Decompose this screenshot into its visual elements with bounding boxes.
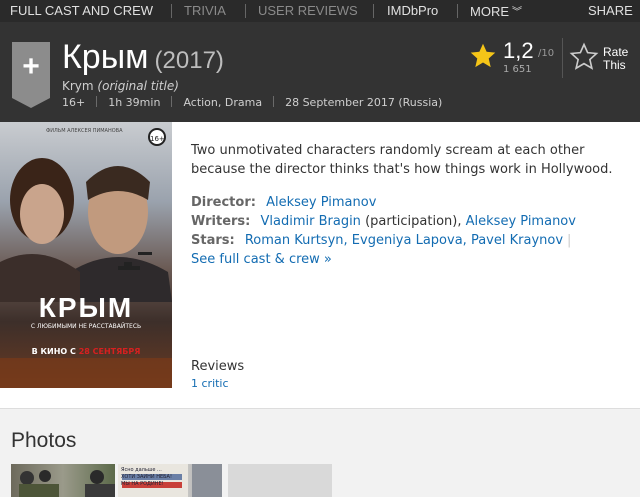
poster-title: КРЫМ: [38, 292, 134, 323]
rate-this-button[interactable]: Rate This: [569, 42, 639, 78]
poster-image[interactable]: ФИЛЬМ АЛЕКСЕЯ ПИМАНОВА 16+ КРЫМ С ЛЮБИМЫ…: [0, 122, 172, 388]
photo-thumbnail[interactable]: Ясно дальше ... ХОТИ ЗАИНИ НЕБА! МЫ НА РОД…: [118, 464, 222, 497]
rate-label-line2: This: [603, 58, 626, 72]
writer-link[interactable]: Vladimir Bragin: [261, 214, 361, 229]
rating-count[interactable]: 1 651: [503, 64, 532, 75]
meta-divider: [96, 96, 98, 107]
stars-divider: |: [567, 233, 572, 248]
see-full-cast-link[interactable]: See full cast & crew »: [191, 252, 332, 267]
star-icon: [470, 43, 496, 68]
photo-thumbnail[interactable]: [11, 464, 115, 497]
star-link[interactable]: Pavel Kraynov: [471, 233, 563, 248]
imdb-rating[interactable]: 1,2 /10 1 651: [469, 38, 559, 78]
photos-section: Photos Ясно дальше ... ХОТИ ЗАИНИ НЕБА! МЫ…: [0, 408, 640, 497]
stars-row: Stars: Roman Kurtsyn, Evgeniya Lapova, P…: [191, 231, 631, 250]
photo-thumbnail-art: [19, 470, 115, 497]
nav-more-label: MORE: [470, 4, 509, 19]
nav-divider: [171, 4, 172, 18]
runtime: 1h 39min: [108, 96, 161, 109]
nav-divider: [245, 4, 246, 18]
photo-thumbnail-caption: Ясно дальше ... ХОТИ ЗАИНИ НЕБА! МЫ НА РОД…: [121, 467, 172, 487]
release-date[interactable]: 28 September 2017 (Russia): [285, 96, 442, 109]
critic-reviews-link[interactable]: 1 critic: [191, 375, 244, 392]
meta-divider: [171, 96, 173, 107]
chevron-down-icon: ︾: [512, 7, 522, 18]
writer-note: (participation),: [365, 214, 462, 229]
star-link[interactable]: Roman Kurtsyn,: [245, 233, 348, 248]
reviews-block: Reviews 1 critic: [191, 358, 244, 392]
certificate: 16+: [62, 96, 86, 109]
title-year[interactable]: (2017): [155, 47, 224, 74]
nav-divider: [457, 4, 458, 18]
plot-summary: Two unmotivated characters randomly scre…: [191, 143, 613, 177]
nav-more[interactable]: MORE ︾: [470, 3, 522, 19]
full-cast-row: See full cast & crew »: [191, 250, 631, 269]
nav-imdbpro[interactable]: IMDbPro: [387, 3, 438, 18]
photos-heading[interactable]: Photos: [11, 429, 76, 453]
nav-full-cast[interactable]: FULL CAST AND CREW: [10, 3, 153, 18]
top-nav: FULL CAST AND CREW TRIVIA USER REVIEWS I…: [0, 0, 640, 22]
stars-label: Stars:: [191, 233, 235, 248]
poster-release-prefix: В КИНО С: [31, 347, 76, 356]
meta-divider: [273, 96, 275, 107]
rate-label-line1: Rate: [603, 45, 629, 59]
poster-credit: ФИЛЬМ АЛЕКСЕЯ ПИМАНОВА: [46, 128, 123, 134]
ribbon-notch: [12, 98, 50, 108]
credits-block: Director: Aleksey Pimanov Writers: Vladi…: [191, 193, 631, 269]
original-title-label: (original title): [97, 79, 179, 93]
title-main: Крым: [62, 38, 149, 76]
writers-row: Writers: Vladimir Bragin (participation)…: [191, 212, 631, 231]
add-to-watchlist-button[interactable]: +: [12, 42, 50, 108]
nav-trivia[interactable]: TRIVIA: [184, 3, 226, 18]
share-button[interactable]: SHARE: [588, 3, 633, 18]
poster-release-date: 28 СЕНТЯБРЯ: [78, 347, 141, 356]
title-meta: 16+ 1h 39min Action, Drama 28 September 201…: [62, 96, 442, 109]
star-link[interactable]: Evgeniya Lapova,: [352, 233, 467, 248]
plus-icon: +: [22, 50, 40, 83]
reviews-label: Reviews: [191, 359, 245, 374]
star-outline-icon: [569, 42, 599, 70]
title-bar: + Крым (2017) Krym (original title) 16+ 1h…: [0, 22, 640, 122]
age-rating-badge: 16+: [148, 128, 166, 146]
writers-label: Writers:: [191, 214, 251, 229]
original-title-name: Krym: [62, 79, 94, 93]
photo-thumbnail[interactable]: [228, 464, 332, 497]
rating-divider: [562, 38, 563, 78]
page-title: Крым (2017): [62, 38, 224, 77]
original-title: Krym (original title): [62, 79, 179, 93]
nav-user-reviews[interactable]: USER REVIEWS: [258, 3, 358, 18]
nav-divider: [373, 4, 374, 18]
genres[interactable]: Action, Drama: [183, 96, 262, 109]
writer-link[interactable]: Aleksey Pimanov: [466, 214, 576, 229]
director-row: Director: Aleksey Pimanov: [191, 193, 631, 212]
director-label: Director:: [191, 195, 256, 210]
poster-tagline: С ЛЮБИМЫМИ НЕ РАССТАВАЙТЕСЬ: [30, 323, 142, 330]
rating-value: 1,2: [503, 38, 534, 63]
rate-this-label: Rate This: [603, 46, 628, 72]
rating-best: /10: [538, 48, 555, 59]
poster-release: В КИНО С 28 СЕНТЯБРЯ: [0, 347, 172, 356]
director-link[interactable]: Aleksey Pimanov: [266, 195, 376, 210]
